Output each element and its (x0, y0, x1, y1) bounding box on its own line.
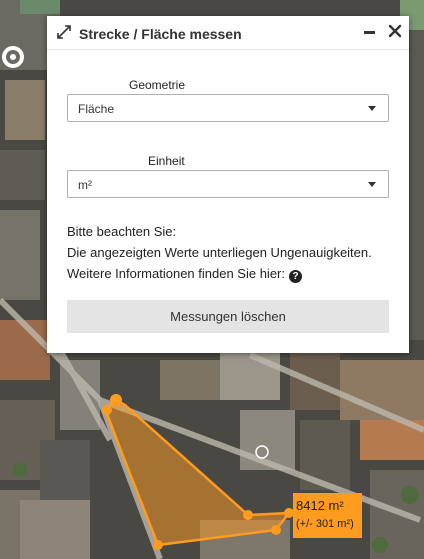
polygon-vertex[interactable] (153, 540, 163, 550)
area-measurement-label: 8412 m² (+/- 301 m²) (293, 493, 362, 538)
geometry-label: Geometrie (129, 78, 186, 92)
polygon-vertex[interactable] (271, 525, 281, 535)
measure-panel: Strecke / Fläche messen Geometrie Fläche… (47, 16, 409, 353)
notice-heading: Bitte beachten Sie: (67, 224, 177, 239)
area-value: 8412 m² (296, 498, 344, 513)
unit-label: Einheit (148, 154, 185, 168)
geometry-select-value: Fläche (78, 102, 115, 116)
expand-icon[interactable] (57, 25, 71, 39)
area-error: (+/- 301 m²) (296, 518, 354, 530)
geometry-select[interactable]: Fläche (67, 94, 389, 122)
minimize-icon[interactable] (363, 25, 377, 39)
close-icon[interactable] (387, 23, 403, 39)
polygon-vertex[interactable] (102, 405, 112, 415)
panel-title: Strecke / Fläche messen (79, 26, 242, 42)
notice-info-text: Weitere Informationen finden Sie hier: (67, 266, 285, 281)
polygon-vertex[interactable] (243, 510, 253, 520)
unit-select-value: m² (78, 178, 92, 192)
notice-info: Weitere Informationen finden Sie hier:? (67, 266, 302, 283)
chevron-down-icon (368, 182, 376, 187)
unit-select[interactable]: m² (67, 170, 389, 198)
panel-header: Strecke / Fläche messen (47, 16, 409, 50)
map-view[interactable]: Strecke / Fläche messen Geometrie Fläche… (0, 0, 424, 559)
clear-measurements-button[interactable]: Messungen löschen (67, 300, 389, 333)
notice-inaccuracy: Die angezeigten Werte unterliegen Ungena… (67, 245, 372, 260)
help-circle-icon[interactable]: ? (289, 270, 302, 283)
chevron-down-icon (368, 106, 376, 111)
polygon-vertex[interactable] (110, 394, 122, 406)
